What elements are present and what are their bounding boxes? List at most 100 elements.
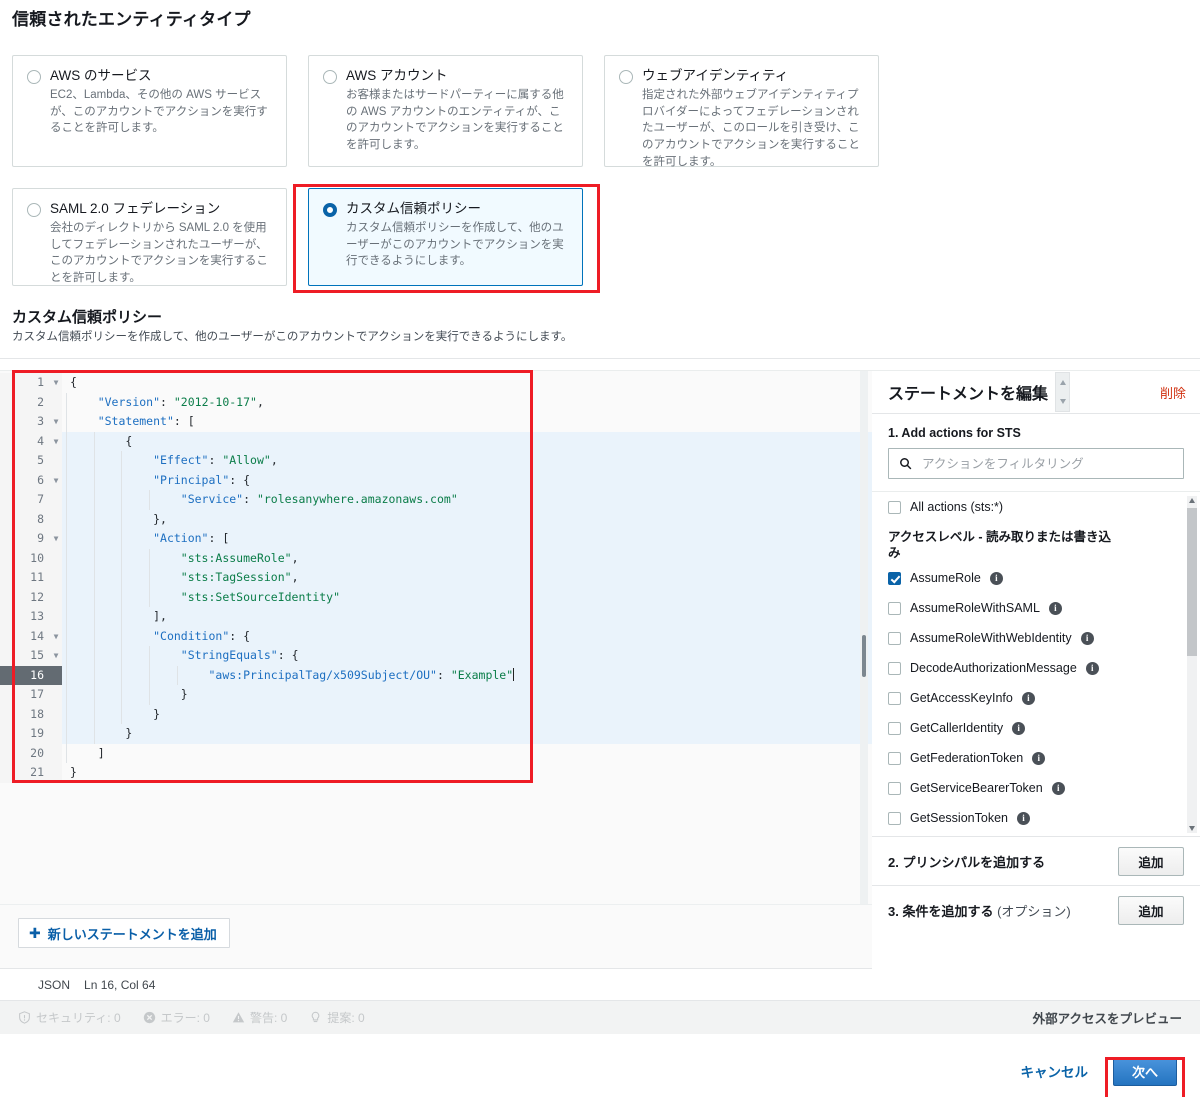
- code-line[interactable]: 7 "Service": "rolesanywhere.amazonaws.co…: [0, 490, 872, 510]
- action-row[interactable]: GetSessionToken i: [872, 803, 1200, 833]
- json-editor[interactable]: 1 ▼{2 "Version": "2012-10-17", 3 ▼ "Stateme…: [0, 371, 872, 1021]
- checkbox[interactable]: [888, 601, 901, 615]
- fold-arrow-icon[interactable]: ▼: [50, 431, 62, 451]
- code-line[interactable]: 19 }: [0, 724, 872, 744]
- info-icon[interactable]: i: [1016, 811, 1030, 825]
- checkbox[interactable]: [888, 751, 901, 765]
- code-text[interactable]: "aws:PrincipalTag/x509Subject/OU": "Exam…: [62, 665, 872, 685]
- scrollbar-thumb[interactable]: [862, 635, 866, 677]
- code-text[interactable]: },: [62, 509, 872, 529]
- code-text[interactable]: "sts:SetSourceIdentity": [62, 587, 872, 607]
- info-icon[interactable]: i: [1032, 751, 1046, 765]
- action-filter-input[interactable]: [920, 455, 1173, 472]
- code-text[interactable]: }: [62, 685, 872, 705]
- code-line[interactable]: 9 ▼ "Action": [: [0, 529, 872, 549]
- code-line[interactable]: 20 ]: [0, 743, 872, 763]
- code-text[interactable]: {: [62, 431, 872, 451]
- action-row[interactable]: GetCallerIdentity i: [872, 713, 1200, 743]
- add-condition-button[interactable]: 追加: [1118, 895, 1184, 925]
- code-line[interactable]: 2 "Version": "2012-10-17",: [0, 392, 872, 412]
- action-row[interactable]: DecodeAuthorizationMessage i: [872, 653, 1200, 683]
- scroll-down-icon[interactable]: [1189, 826, 1195, 831]
- code-lines[interactable]: 1 ▼{2 "Version": "2012-10-17", 3 ▼ "Stateme…: [0, 373, 872, 783]
- info-icon[interactable]: i: [1085, 661, 1099, 675]
- code-text[interactable]: ],: [62, 607, 872, 627]
- scroll-up-icon[interactable]: [1189, 498, 1195, 503]
- add-new-statement-button[interactable]: ✚ 新しいステートメントを追加: [18, 918, 230, 948]
- radio-aws-service[interactable]: [27, 70, 41, 84]
- checkbox[interactable]: [888, 811, 901, 825]
- actions-list[interactable]: All actions (sts:*) アクセスレベル - 読み取りまたは書き込み…: [872, 491, 1200, 836]
- info-icon[interactable]: i: [989, 571, 1003, 585]
- action-row-all-actions[interactable]: All actions (sts:*): [872, 492, 1200, 522]
- code-line[interactable]: 4 ▼ {: [0, 431, 872, 451]
- checkbox[interactable]: [888, 571, 901, 585]
- code-text[interactable]: "sts:AssumeRole",: [62, 548, 872, 568]
- checkbox[interactable]: [888, 631, 901, 645]
- code-text[interactable]: "Version": "2012-10-17",: [62, 392, 872, 412]
- code-text[interactable]: "Effect": "Allow",: [62, 451, 872, 471]
- checkbox[interactable]: [888, 691, 901, 705]
- next-button[interactable]: 次へ: [1113, 1056, 1177, 1086]
- info-icon[interactable]: i: [1048, 601, 1062, 615]
- action-row[interactable]: GetServiceBearerToken i: [872, 773, 1200, 803]
- action-filter-box[interactable]: [888, 448, 1184, 479]
- code-text[interactable]: }: [62, 724, 872, 744]
- action-row[interactable]: AssumeRole i: [872, 563, 1200, 593]
- code-line[interactable]: 10 "sts:AssumeRole",: [0, 548, 872, 568]
- checkbox[interactable]: [888, 781, 901, 795]
- checkbox[interactable]: [888, 500, 901, 514]
- fold-arrow-icon[interactable]: ▼: [50, 529, 62, 549]
- code-line[interactable]: 14 ▼ "Condition": {: [0, 626, 872, 646]
- entity-card-custom-trust-policy[interactable]: カスタム信頼ポリシー カスタム信頼ポリシーを作成して、他のユーザーがこのアカウン…: [308, 188, 583, 286]
- code-line[interactable]: 11 "sts:TagSession",: [0, 568, 872, 588]
- code-line[interactable]: 16 "aws:PrincipalTag/x509Subject/OU": "E…: [0, 665, 872, 685]
- code-line[interactable]: 15 ▼ "StringEquals": {: [0, 646, 872, 666]
- code-text[interactable]: "Action": [: [62, 529, 872, 549]
- code-area[interactable]: 1 ▼{2 "Version": "2012-10-17", 3 ▼ "Stateme…: [0, 371, 872, 904]
- stepper-down-icon[interactable]: [1060, 399, 1066, 404]
- code-line[interactable]: 18 }: [0, 704, 872, 724]
- actions-scrollbar-thumb[interactable]: [1187, 508, 1197, 656]
- info-icon[interactable]: i: [1051, 781, 1065, 795]
- code-line[interactable]: 8 },: [0, 509, 872, 529]
- info-icon[interactable]: i: [1080, 631, 1094, 645]
- code-text[interactable]: }: [62, 763, 872, 783]
- cancel-button[interactable]: キャンセル: [1021, 1061, 1089, 1081]
- code-text[interactable]: {: [62, 373, 872, 393]
- code-line[interactable]: 17 }: [0, 685, 872, 705]
- code-text[interactable]: "sts:TagSession",: [62, 568, 872, 588]
- radio-aws-account[interactable]: [323, 70, 337, 84]
- code-text[interactable]: "Statement": [: [62, 412, 872, 432]
- code-line[interactable]: 12 "sts:SetSourceIdentity": [0, 587, 872, 607]
- code-text[interactable]: "Principal": {: [62, 470, 872, 490]
- action-row[interactable]: GetAccessKeyInfo i: [872, 683, 1200, 713]
- checkbox[interactable]: [888, 721, 901, 735]
- fold-arrow-icon[interactable]: ▼: [50, 373, 62, 393]
- entity-card-web-identity[interactable]: ウェブアイデンティティ 指定された外部ウェブアイデンティティプロバイダーによって…: [604, 55, 879, 168]
- info-icon[interactable]: i: [1021, 691, 1035, 705]
- radio-saml-federation[interactable]: [27, 203, 41, 217]
- code-line[interactable]: 6 ▼ "Principal": {: [0, 470, 872, 490]
- delete-statement-button[interactable]: 削除: [1160, 383, 1186, 402]
- stepper-up-icon[interactable]: [1060, 380, 1066, 385]
- action-row[interactable]: AssumeRoleWithWebIdentity i: [872, 623, 1200, 653]
- entity-card-aws-account[interactable]: AWS アカウント お客様またはサードパーティーに属する他の AWS アカウント…: [308, 55, 583, 167]
- actions-scrollbar[interactable]: [1187, 496, 1197, 833]
- add-principal-button[interactable]: 追加: [1118, 846, 1184, 876]
- code-line[interactable]: 13 ],: [0, 607, 872, 627]
- code-line[interactable]: 21}: [0, 763, 872, 783]
- fold-arrow-icon[interactable]: ▼: [50, 646, 62, 666]
- info-icon[interactable]: i: [1012, 721, 1026, 735]
- preview-external-access-link[interactable]: 外部アクセスをプレビュー: [1033, 1008, 1182, 1027]
- code-text[interactable]: "Condition": {: [62, 626, 872, 646]
- code-line[interactable]: 3 ▼ "Statement": [: [0, 412, 872, 432]
- action-row[interactable]: AssumeRoleWithSAML i: [872, 593, 1200, 623]
- fold-arrow-icon[interactable]: ▼: [50, 626, 62, 646]
- entity-card-saml-federation[interactable]: SAML 2.0 フェデレーション 会社のディレクトリから SAML 2.0 を…: [12, 188, 287, 286]
- radio-web-identity[interactable]: [619, 70, 633, 84]
- statement-stepper[interactable]: [1055, 372, 1070, 412]
- code-text[interactable]: "Service": "rolesanywhere.amazonaws.com": [62, 490, 872, 510]
- code-vertical-scrollbar[interactable]: [860, 371, 868, 904]
- radio-custom-trust-policy[interactable]: [323, 203, 337, 217]
